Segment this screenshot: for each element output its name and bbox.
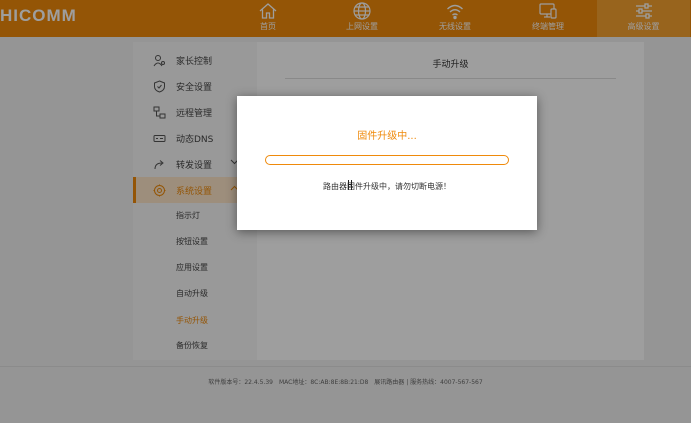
- text-cursor-icon: [348, 180, 352, 190]
- upgrade-progress-dialog: 固件升级中... 路由器固件升级中，请勿切断电源！: [237, 96, 537, 230]
- dialog-message: 路由器固件升级中，请勿切断电源！: [323, 182, 451, 191]
- dialog-title: 固件升级中...: [357, 131, 417, 142]
- upgrade-progress-bar: [265, 155, 509, 165]
